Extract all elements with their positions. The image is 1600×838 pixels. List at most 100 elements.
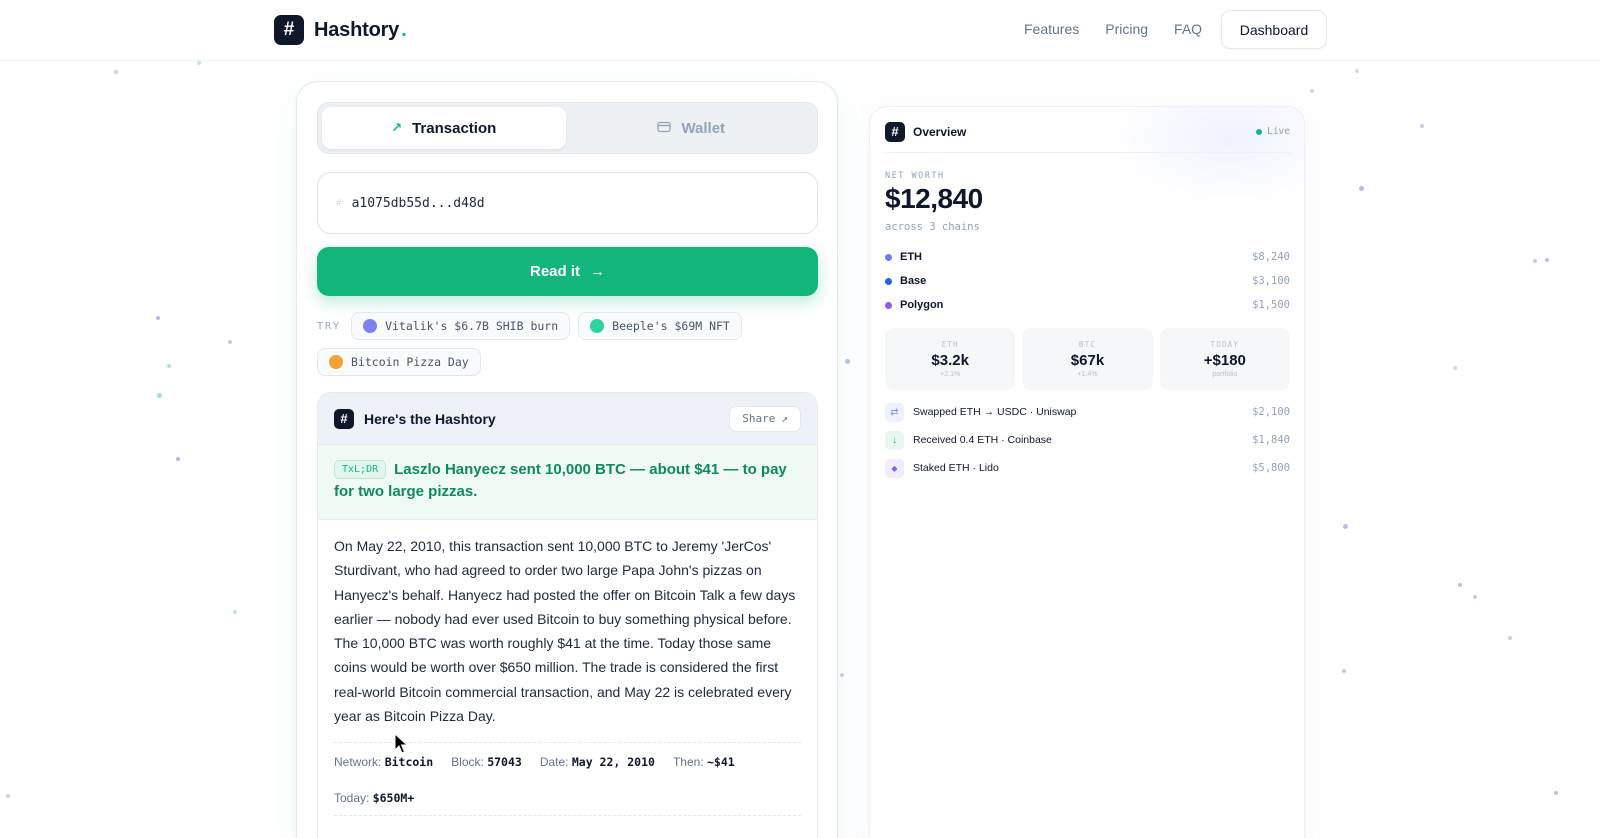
hashtory-result: # Here's the Hashtory Share ↗ TxL;DR Lasz… — [317, 392, 818, 838]
lookup-card: ↗ Transaction Wallet # Read it → TRY Vit… — [296, 81, 838, 838]
diamond-icon: ◆ — [885, 458, 904, 478]
hash-logo-icon: # — [885, 121, 905, 142]
bg-dot — [840, 673, 844, 677]
brand-logo[interactable]: # Hashtory . — [274, 15, 407, 45]
bg-dot — [1420, 124, 1424, 128]
example-chip-pizza[interactable]: Bitcoin Pizza Day — [317, 348, 481, 376]
hash-input-wrapper: # — [317, 172, 818, 234]
hash-input[interactable] — [351, 195, 772, 211]
input-hash-icon: # — [336, 197, 342, 209]
bg-dot — [1554, 791, 1558, 795]
stat-btc: BTC $67k +1.4% — [1022, 328, 1153, 390]
bg-dot — [176, 457, 180, 461]
bg-dot — [845, 359, 850, 364]
tldr-text: Laszlo Hanyecz sent 10,000 BTC — about $… — [334, 461, 787, 500]
nav-pricing[interactable]: Pricing — [1105, 21, 1148, 37]
bg-dot — [197, 61, 201, 65]
bg-dot — [1545, 258, 1549, 262]
meta-date: Date: May 22, 2010 — [539, 755, 655, 770]
chip-label: Vitalik's $6.7B SHIB burn — [385, 319, 559, 333]
tab-wallet[interactable]: Wallet — [570, 107, 814, 149]
net-worth-sub: across 3 chains — [885, 221, 980, 233]
bg-dot — [1458, 583, 1462, 587]
bg-dot — [167, 364, 171, 368]
share-button[interactable]: Share ↗ — [729, 405, 801, 432]
example-chip-shib[interactable]: Vitalik's $6.7B SHIB burn — [351, 312, 571, 340]
chip-label: Beeple's $69M NFT — [612, 319, 730, 333]
read-it-button[interactable]: Read it → — [317, 247, 818, 296]
list-item: Base $3,100 — [885, 269, 1290, 293]
overview-card: # Overview Live NET WORTH $12,840 across… — [869, 106, 1305, 838]
result-header: # Here's the Hashtory Share ↗ — [318, 393, 817, 445]
bg-dot — [1343, 524, 1348, 529]
external-link-icon: ↗ — [781, 412, 788, 425]
overview-title: Overview — [913, 124, 967, 139]
bg-dot — [1342, 669, 1346, 673]
tab-wallet-label: Wallet — [681, 119, 726, 137]
stat-today: TODAY +$180 portfolio — [1159, 328, 1290, 390]
tldr-section: TxL;DR Laszlo Hanyecz sent 10,000 BTC — a… — [318, 445, 817, 520]
chain-list: ETH $8,240 Base $3,100 Polygon $1,500 — [885, 245, 1290, 317]
arrow-right-icon: → — [590, 263, 605, 280]
chip-label: Bitcoin Pizza Day — [351, 355, 469, 369]
mouse-cursor-icon — [394, 732, 409, 760]
bg-dot — [1508, 636, 1512, 640]
arrow-down-icon: ↓ — [885, 430, 904, 450]
stat-eth: ETH $3.2k +2.1% — [885, 328, 1016, 390]
story-text: On May 22, 2010, this transaction sent 1… — [334, 538, 796, 725]
meta-then: Then: ~$41 — [672, 755, 735, 770]
swap-icon: ⇄ — [885, 402, 904, 422]
hash-logo-icon: # — [274, 15, 304, 45]
hash-logo-icon: # — [334, 408, 354, 429]
activity-list: ⇄ Swapped ETH → USDC · Uniswap $2,100 ↓ … — [885, 398, 1290, 482]
tab-transaction[interactable]: ↗ Transaction — [322, 107, 566, 149]
list-item: ⇄ Swapped ETH → USDC · Uniswap $2,100 — [885, 398, 1290, 426]
bg-dot — [157, 393, 162, 398]
live-dot-icon — [1256, 128, 1263, 135]
meta-block: Block: 57043 — [451, 755, 522, 770]
read-it-label: Read it — [529, 263, 580, 280]
chain-dot-icon — [885, 301, 892, 309]
meta-today: Today: $650M+ — [334, 791, 415, 806]
share-label: Share — [742, 412, 776, 425]
wallet-icon — [657, 121, 672, 136]
tab-transaction-label: Transaction — [412, 119, 497, 137]
bg-dot — [1310, 89, 1314, 93]
bg-dot — [228, 340, 232, 344]
chip-coin-icon — [363, 319, 378, 333]
divider — [334, 815, 801, 817]
tldr-badge: TxL;DR — [334, 460, 387, 479]
stat-tiles: ETH $3.2k +2.1% BTC $67k +1.4% TODAY +$1… — [885, 328, 1290, 390]
arrow-up-right-icon: ↗ — [391, 120, 403, 135]
chip-coin-icon — [329, 355, 343, 369]
chain-dot-icon — [885, 253, 892, 261]
net-worth-value: $12,840 — [885, 183, 983, 214]
brand-dot: . — [401, 18, 407, 41]
bg-dot — [1533, 259, 1537, 263]
list-item: ↓ Received 0.4 ETH · Coinbase $1,840 — [885, 426, 1290, 454]
bg-dot — [1473, 595, 1477, 599]
list-item: ◆ Staked ETH · Lido $5,800 — [885, 454, 1290, 482]
mode-toggle: ↗ Transaction Wallet — [317, 102, 818, 154]
bg-dot — [1355, 69, 1359, 73]
live-indicator: Live — [1256, 126, 1290, 137]
bg-dot — [1359, 186, 1364, 191]
nav-features[interactable]: Features — [1024, 21, 1079, 37]
bg-dot — [1453, 366, 1457, 370]
list-item: Polygon $1,500 — [885, 293, 1290, 317]
try-label: TRY — [317, 320, 342, 332]
bg-dot — [114, 70, 118, 74]
nav-faq[interactable]: FAQ — [1174, 21, 1202, 37]
example-chips: TRY Vitalik's $6.7B SHIB burn Beeple's $… — [317, 312, 827, 376]
overview-header: # Overview Live — [885, 121, 1290, 153]
result-title: Here's the Hashtory — [364, 410, 496, 427]
main-nav: Features Pricing FAQ — [1024, 21, 1202, 37]
chip-coin-icon — [590, 319, 605, 333]
chain-dot-icon — [885, 277, 892, 285]
net-worth-label: NET WORTH — [885, 171, 945, 181]
bg-dot — [6, 794, 10, 798]
example-chip-beeple[interactable]: Beeple's $69M NFT — [578, 312, 742, 340]
brand-name: Hashtory — [314, 18, 400, 41]
dashboard-button[interactable]: Dashboard — [1221, 10, 1327, 49]
bg-dot — [233, 610, 237, 614]
